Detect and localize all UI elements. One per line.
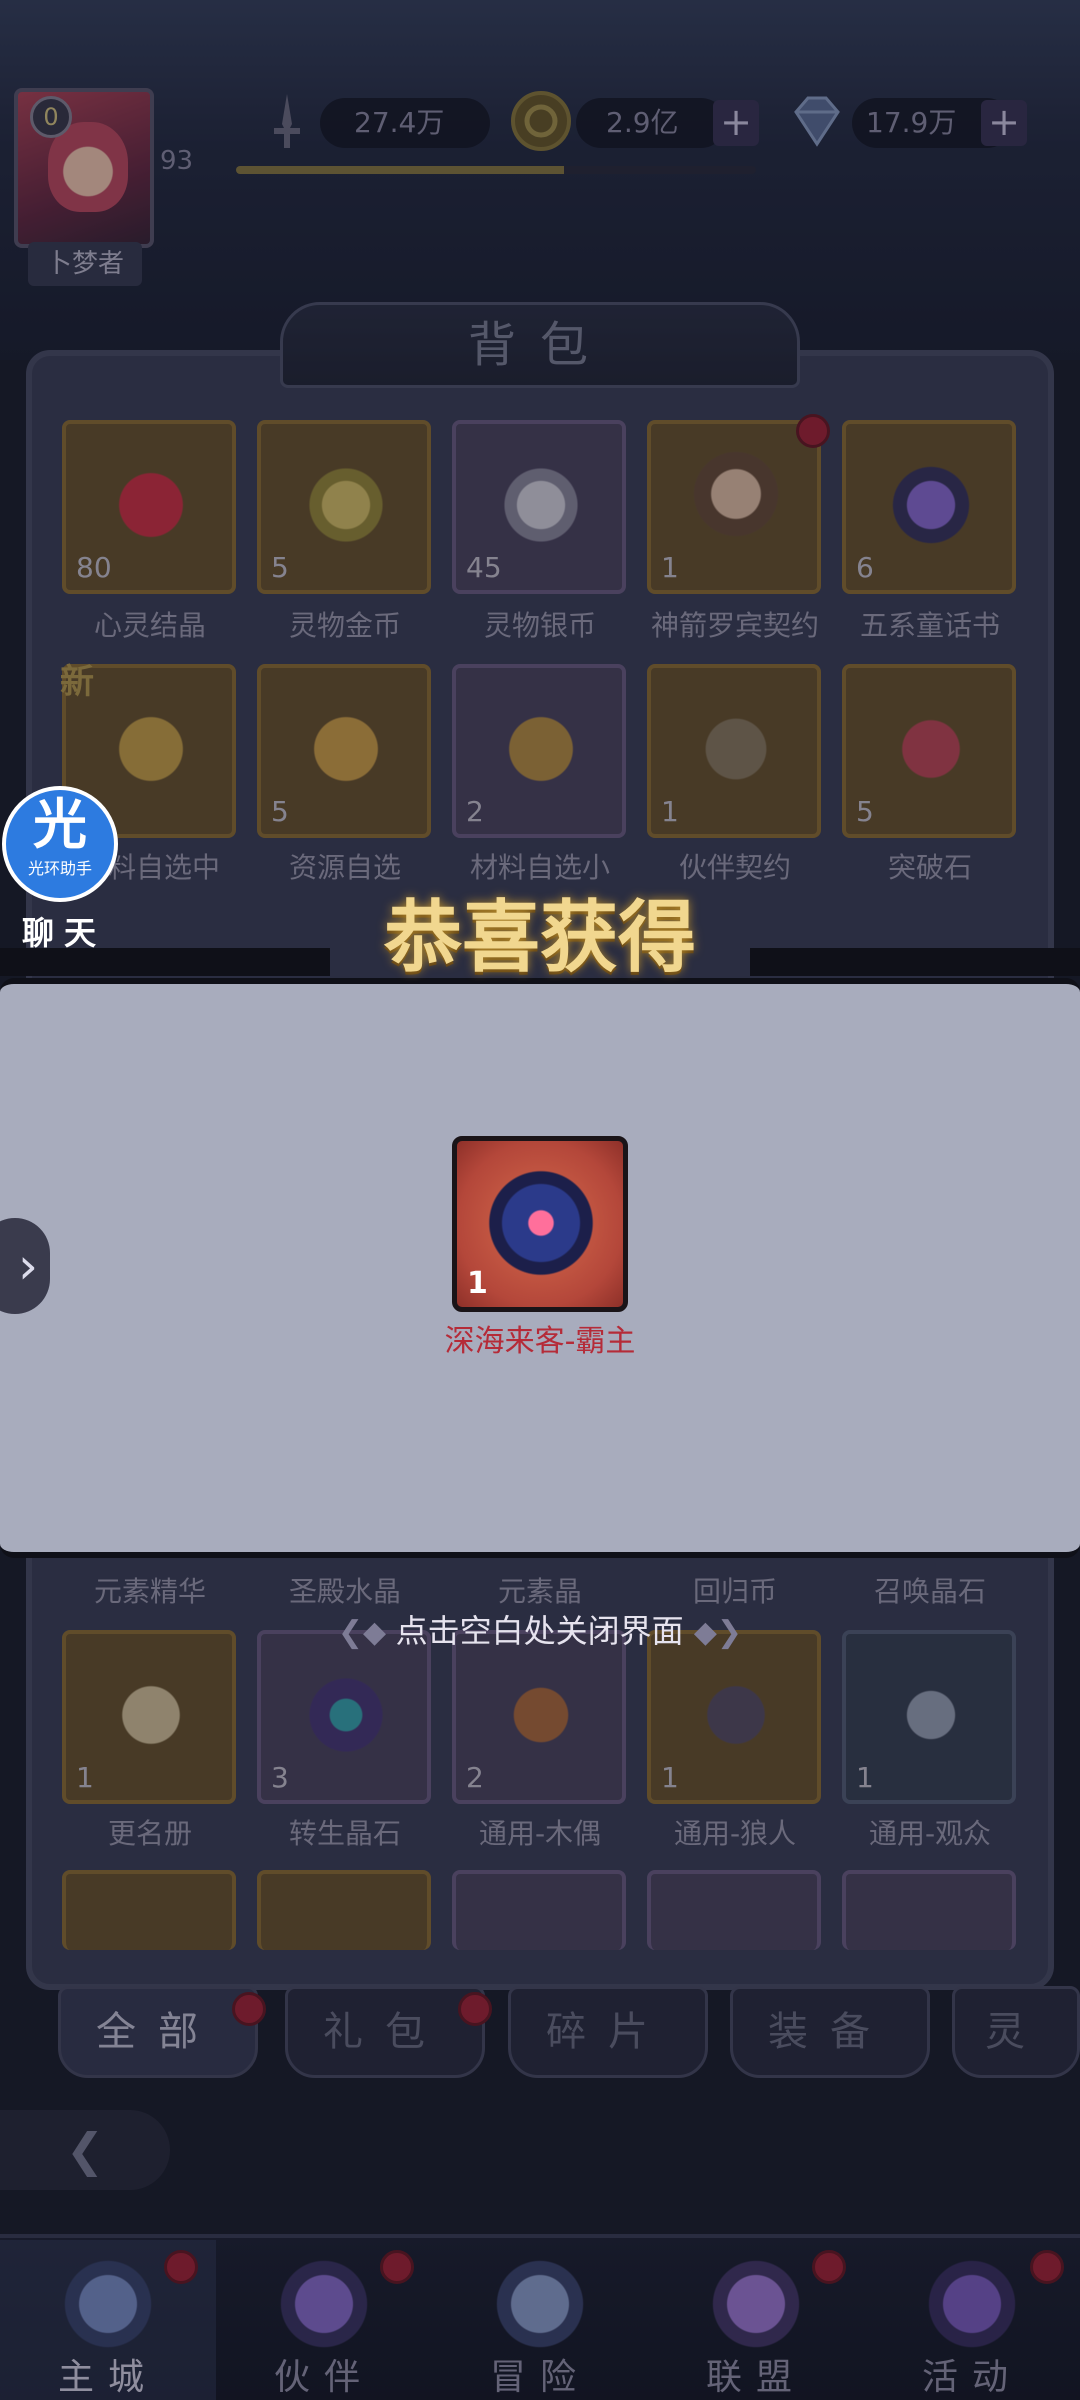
close-hint: ❮◆ 点击空白处关闭界面 ◆❯ <box>240 1606 840 1652</box>
side-expand-arrow[interactable]: › <box>0 1218 50 1314</box>
reward-item-count: 1 <box>467 1266 488 1301</box>
chat-label[interactable]: 聊天 <box>22 908 106 954</box>
sea-overlord-icon <box>481 1163 601 1283</box>
close-hint-text: 点击空白处关闭界面 <box>395 1612 684 1650</box>
assistant-label: 光环助手 <box>27 859 92 878</box>
hint-deco-right-icon: ◆❯ <box>693 1615 743 1650</box>
reward-item-name: 深海来客-霸主 <box>444 1324 636 1359</box>
assistant-logo: 光 <box>33 793 87 856</box>
assistant-floating-button[interactable]: 光 光环助手 <box>2 786 118 902</box>
reward-item[interactable]: 1 <box>452 1136 628 1312</box>
reward-title: 恭喜获得 <box>383 892 696 983</box>
banner-edge-right <box>750 948 1080 976</box>
hint-deco-left-icon: ❮◆ <box>337 1615 396 1650</box>
